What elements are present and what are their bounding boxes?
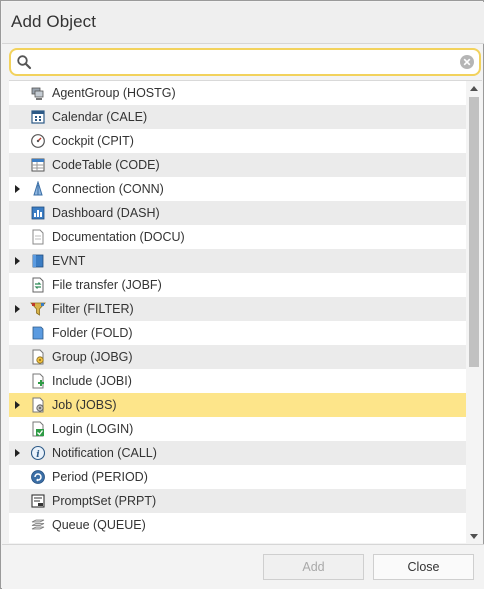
job-group-icon — [32, 349, 44, 365]
list-item[interactable]: EVNT — [9, 249, 466, 273]
scrollbar-thumb[interactable] — [469, 97, 479, 367]
clear-search-icon[interactable] — [459, 54, 475, 70]
add-button[interactable]: Add — [263, 554, 364, 580]
list-item[interactable]: File transfer (JOBF) — [9, 273, 466, 297]
list-item[interactable]: Include (JOBI) — [9, 369, 466, 393]
queue-icon — [31, 519, 45, 530]
document-icon — [32, 229, 44, 245]
list-item[interactable]: Calendar (CALE) — [9, 105, 466, 129]
code-table-icon — [31, 158, 45, 172]
job-icon — [32, 397, 44, 413]
list-item[interactable]: Dashboard (DASH) — [9, 201, 466, 225]
list-item-label: Cockpit (CPIT) — [52, 134, 134, 148]
expand-arrow-icon[interactable] — [15, 305, 20, 313]
object-type-list: AgentGroup (HOSTG) Calendar (CALE) Cockpit… — [9, 80, 482, 543]
list-item-label: Period (PERIOD) — [52, 470, 148, 484]
list-item-label: EVNT — [52, 254, 86, 268]
list-item-label: AgentGroup (HOSTG) — [52, 86, 176, 100]
connection-icon — [33, 181, 43, 196]
dialog-titlebar: Add Object — [2, 2, 484, 44]
list-item[interactable]: Cockpit (CPIT) — [9, 129, 466, 153]
dashboard-icon — [31, 206, 45, 220]
list-item-label: Login (LOGIN) — [52, 422, 134, 436]
list-item-label: Group (JOBG) — [52, 350, 133, 364]
list-item-label: Calendar (CALE) — [52, 110, 148, 124]
list-item[interactable]: Login (LOGIN) — [9, 417, 466, 441]
vertical-scrollbar[interactable] — [466, 81, 482, 543]
list-item-label: Folder (FOLD) — [52, 326, 133, 340]
search-box[interactable] — [9, 48, 481, 76]
calendar-icon — [31, 110, 45, 124]
list-item-label: Include (JOBI) — [52, 374, 132, 388]
object-type-items: AgentGroup (HOSTG) Calendar (CALE) Cockpit… — [9, 81, 466, 537]
prompt-set-icon — [31, 494, 45, 508]
list-item-label: Documentation (DOCU) — [52, 230, 185, 244]
list-item[interactable]: i Notification (CALL) — [9, 441, 466, 465]
add-object-dialog: Add Object AgentGroup (HOSTG) Calendar (C… — [0, 0, 484, 589]
folder-icon — [32, 326, 44, 340]
list-item-label: Filter (FILTER) — [52, 302, 134, 316]
list-item[interactable]: Connection (CONN) — [9, 177, 466, 201]
list-item[interactable]: Group (JOBG) — [9, 345, 466, 369]
login-icon — [32, 421, 44, 437]
list-item[interactable]: PromptSet (PRPT) — [9, 489, 466, 513]
list-item[interactable]: Filter (FILTER) — [9, 297, 466, 321]
list-item[interactable]: Period (PERIOD) — [9, 465, 466, 489]
list-item-label: Queue (QUEUE) — [52, 518, 146, 532]
list-item-label: Notification (CALL) — [52, 446, 157, 460]
dialog-title: Add Object — [11, 12, 97, 31]
list-item[interactable]: Documentation (DOCU) — [9, 225, 466, 249]
list-item-label: Dashboard (DASH) — [52, 206, 160, 220]
expand-arrow-icon[interactable] — [15, 257, 20, 265]
file-transfer-icon — [32, 277, 44, 293]
expand-arrow-icon[interactable] — [15, 449, 20, 457]
filter-icon — [30, 302, 46, 316]
list-item[interactable]: Folder (FOLD) — [9, 321, 466, 345]
close-button[interactable]: Close — [373, 554, 474, 580]
period-icon — [31, 470, 45, 484]
list-item[interactable]: AgentGroup (HOSTG) — [9, 81, 466, 105]
list-item[interactable]: Queue (QUEUE) — [9, 513, 466, 537]
dialog-footer: Add Close — [2, 544, 484, 589]
include-icon — [32, 373, 44, 389]
expand-arrow-icon[interactable] — [15, 401, 20, 409]
agent-group-icon — [31, 87, 44, 100]
scroll-down-arrow-icon[interactable] — [470, 534, 478, 539]
scroll-up-arrow-icon[interactable] — [470, 86, 478, 91]
cockpit-gauge-icon — [31, 134, 45, 148]
list-item-label: Connection (CONN) — [52, 182, 164, 196]
expand-arrow-icon[interactable] — [15, 185, 20, 193]
list-item-label: File transfer (JOBF) — [52, 278, 162, 292]
search-icon — [17, 55, 32, 70]
list-item-label: CodeTable (CODE) — [52, 158, 160, 172]
svg-text:i: i — [36, 450, 40, 460]
list-item[interactable]: Job (JOBS) — [9, 393, 466, 417]
search-input[interactable] — [37, 52, 457, 72]
list-item[interactable]: CodeTable (CODE) — [9, 153, 466, 177]
list-item-label: Job (JOBS) — [52, 398, 117, 412]
list-item-label: PromptSet (PRPT) — [52, 494, 157, 508]
event-icon — [32, 254, 44, 268]
info-icon: i — [30, 445, 46, 461]
